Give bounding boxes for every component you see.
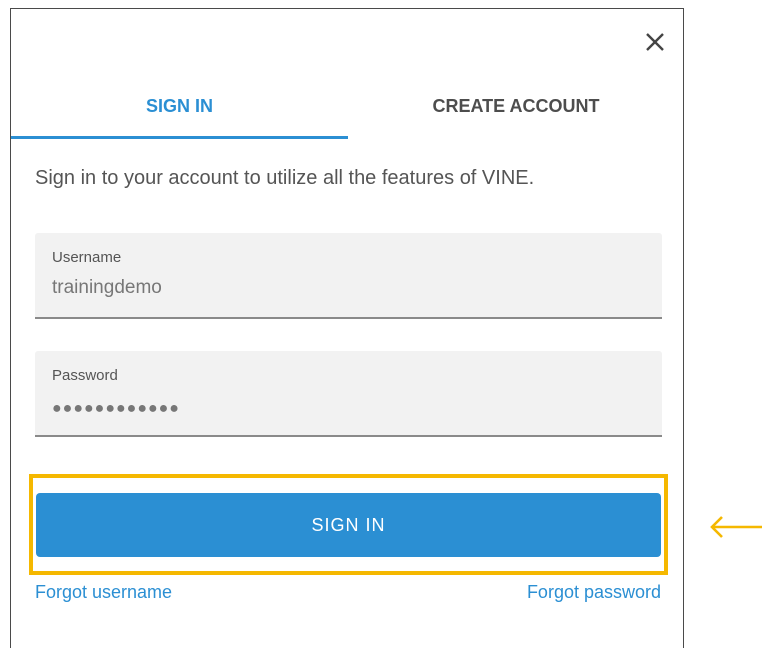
forgot-username-link[interactable]: Forgot username xyxy=(35,582,172,603)
left-arrow-icon xyxy=(710,516,762,538)
active-tab-indicator xyxy=(11,136,348,139)
username-input[interactable]: trainingdemo xyxy=(52,277,162,299)
password-field[interactable]: Password ●●●●●●●●●●●● xyxy=(35,351,662,437)
sign-in-dialog: SIGN IN CREATE ACCOUNT Sign in to your a… xyxy=(10,8,684,648)
close-icon[interactable] xyxy=(642,29,668,55)
auth-tabs: SIGN IN CREATE ACCOUNT xyxy=(11,87,684,147)
password-input[interactable]: ●●●●●●●●●●●● xyxy=(52,400,180,418)
intro-text: Sign in to your account to utilize all t… xyxy=(35,167,535,189)
username-field[interactable]: Username trainingdemo xyxy=(35,233,662,319)
username-label: Username xyxy=(52,249,122,266)
password-label: Password xyxy=(52,367,118,384)
forgot-password-link[interactable]: Forgot password xyxy=(527,582,661,603)
tab-create-account[interactable]: CREATE ACCOUNT xyxy=(348,87,684,145)
sign-in-button[interactable]: SIGN IN xyxy=(36,493,661,557)
